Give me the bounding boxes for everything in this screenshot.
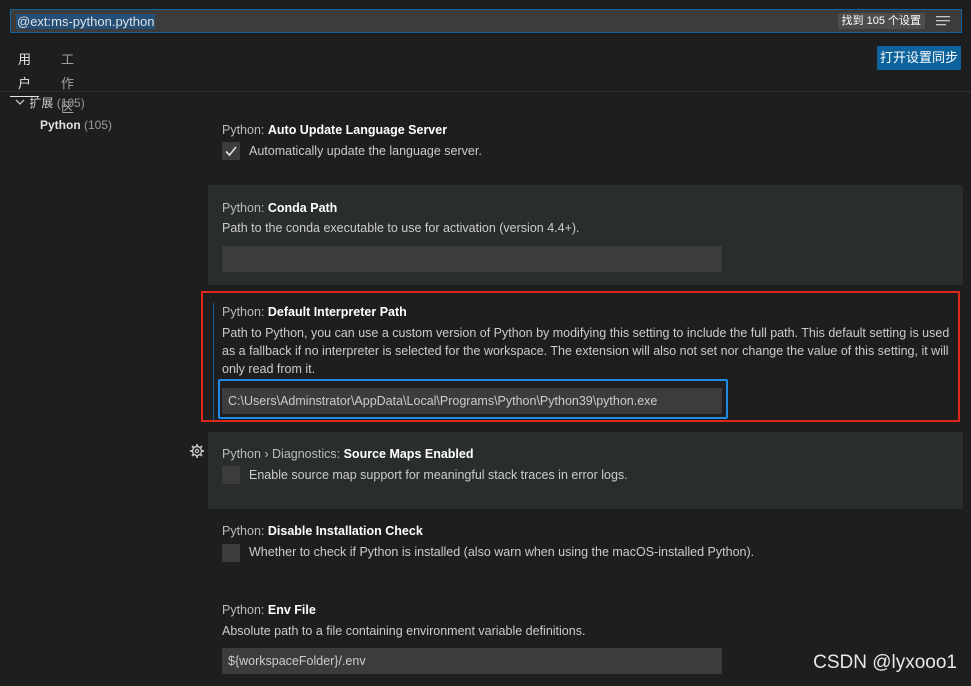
settings-search-box[interactable]: @ext:ms-python.python 找到 105 个设置 bbox=[10, 9, 962, 33]
toc-item-label: Python bbox=[40, 118, 81, 132]
setting-title: Python › Diagnostics: Source Maps Enable… bbox=[222, 447, 474, 461]
header-divider bbox=[0, 91, 971, 92]
setting-description: Whether to check if Python is installed … bbox=[249, 545, 755, 559]
toc-item-python[interactable]: Python (105) bbox=[40, 117, 112, 133]
toc-item-label: 扩展 bbox=[29, 96, 54, 110]
setting-checkbox[interactable] bbox=[222, 544, 240, 562]
toc-item-count: (105) bbox=[84, 118, 113, 132]
setting-disable-installation-check: Python: Disable Installation Check Wheth… bbox=[208, 515, 963, 575]
chevron-down-icon bbox=[15, 99, 25, 105]
check-icon bbox=[225, 146, 237, 157]
setting-description: Absolute path to a file containing envir… bbox=[222, 624, 586, 638]
blue-annotation-box bbox=[218, 379, 728, 419]
setting-checkbox[interactable] bbox=[222, 142, 240, 160]
env-file-input[interactable]: ${workspaceFolder}/.env bbox=[222, 648, 722, 674]
setting-checkbox[interactable] bbox=[222, 466, 240, 484]
setting-conda-path: Python: Conda Path Path to the conda exe… bbox=[208, 185, 963, 285]
settings-sync-button[interactable]: 打开设置同步 bbox=[877, 46, 961, 70]
watermark: CSDN @lyxooo1 bbox=[813, 652, 957, 673]
setting-source-maps-enabled: Python › Diagnostics: Source Maps Enable… bbox=[208, 432, 963, 509]
setting-description: Path to the conda executable to use for … bbox=[222, 221, 580, 235]
tab-user[interactable]: 用户 bbox=[10, 48, 40, 97]
setting-title: Python: Disable Installation Check bbox=[222, 524, 423, 538]
gear-icon[interactable] bbox=[189, 443, 205, 459]
setting-title: Python: Env File bbox=[222, 603, 316, 617]
filter-list-icon[interactable] bbox=[935, 14, 951, 28]
toc-item-count: (105) bbox=[56, 96, 85, 110]
setting-title: Python: Auto Update Language Server bbox=[222, 123, 448, 137]
setting-description: Enable source map support for meaningful… bbox=[249, 468, 628, 482]
setting-auto-update-language-server: Python: Auto Update Language Server Auto… bbox=[208, 112, 963, 176]
toc-item-extensions[interactable]: 扩展 (105) bbox=[14, 95, 85, 111]
setting-title: Python: Conda Path bbox=[222, 201, 338, 215]
search-result-count: 找到 105 个设置 bbox=[837, 13, 925, 29]
conda-path-input[interactable] bbox=[222, 246, 722, 272]
setting-description: Automatically update the language server… bbox=[249, 144, 482, 158]
search-input[interactable]: @ext:ms-python.python bbox=[16, 14, 156, 29]
